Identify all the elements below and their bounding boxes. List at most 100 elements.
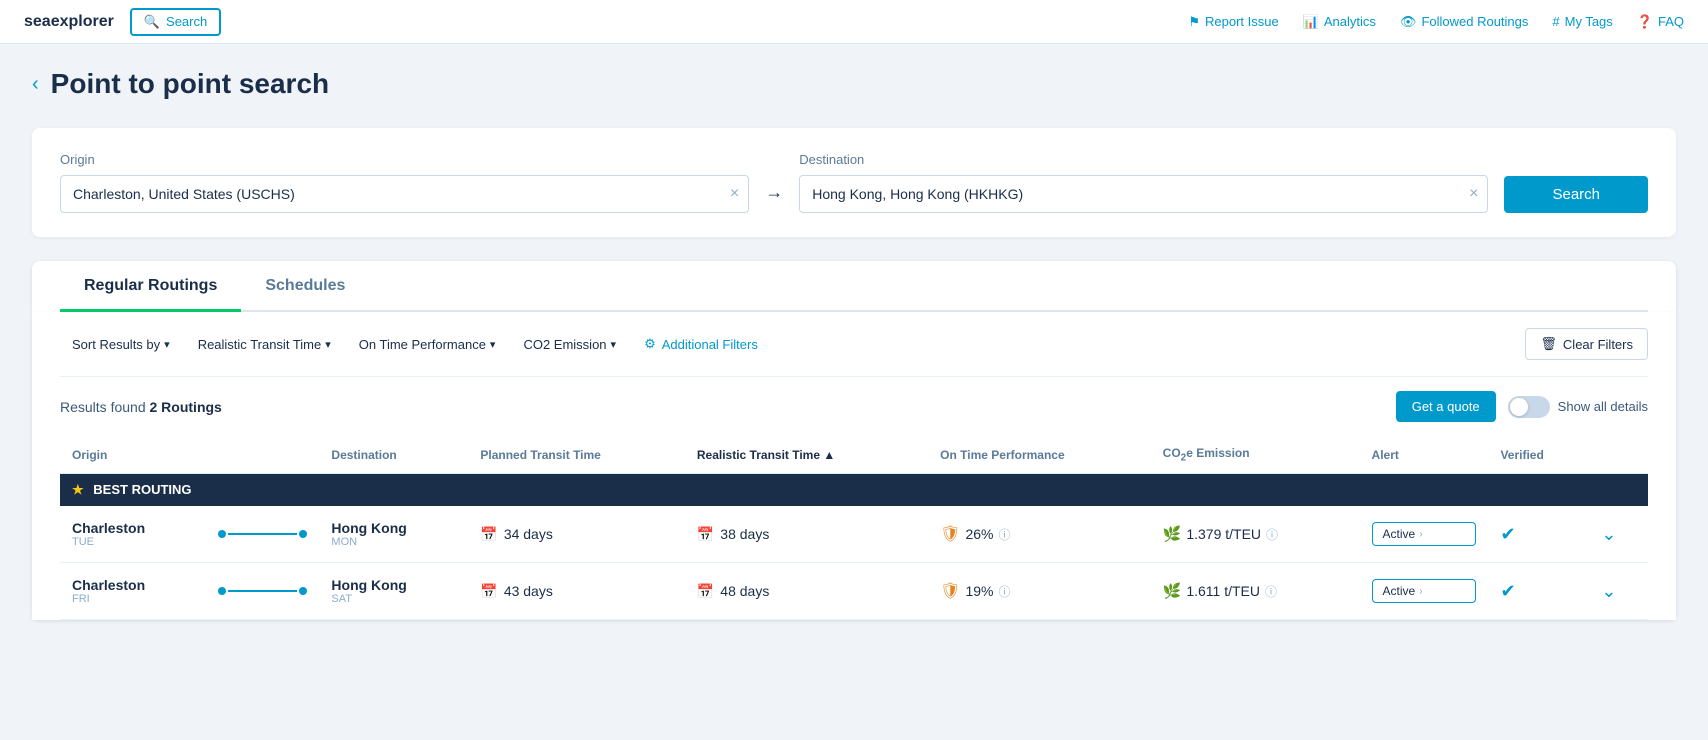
hash-icon: # [1552, 14, 1559, 29]
col-co2: CO2e Emission [1151, 436, 1360, 474]
routing-table: Origin Destination Planned Transit Time … [60, 436, 1648, 620]
direction-arrow: → [765, 182, 783, 213]
route-line [218, 587, 308, 595]
origin-port-name: Charleston [72, 577, 194, 593]
on-time-cell: 🛡 26% ⓘ [940, 524, 1139, 544]
col-expand [1589, 436, 1648, 474]
chart-icon: 📊 [1303, 14, 1319, 30]
info-icon[interactable]: ⓘ [999, 583, 1011, 600]
active-badge[interactable]: Active › [1372, 522, 1477, 546]
best-routing-banner: ★ BEST ROUTING [60, 474, 1648, 507]
tab-regular-routings[interactable]: Regular Routings [60, 261, 241, 312]
results-count-number: 2 Routings [150, 399, 222, 415]
on-time-filter-button[interactable]: On Time Performance ▾ [347, 330, 508, 359]
row1-verified: ✔ [1488, 506, 1589, 563]
row1-route-line [206, 506, 320, 563]
origin-info: Charleston TUE [72, 520, 194, 548]
sort-chevron-icon: ▾ [164, 338, 170, 351]
row1-expand: ⌄ [1589, 506, 1648, 563]
results-panel: Regular Routings Schedules Sort Results … [32, 261, 1676, 620]
best-routing-label: ★ BEST ROUTING [60, 474, 1648, 507]
route-line [218, 530, 308, 538]
dest-info: Hong Kong SAT [331, 577, 456, 605]
main-content: ‹ Point to point search Origin × → Desti… [0, 44, 1708, 644]
row2-co2: 🌿 1.611 t/TEU ⓘ [1151, 563, 1360, 620]
expand-button[interactable]: ⌄ [1601, 581, 1616, 601]
get-quote-button[interactable]: Get a quote [1396, 391, 1496, 422]
show-details-toggle[interactable] [1508, 396, 1550, 418]
co2-cell: 🌿 1.379 t/TEU ⓘ [1163, 525, 1348, 543]
row2-planned: 📅 43 days [468, 563, 684, 620]
row1-on-time: 🛡 26% ⓘ [928, 506, 1151, 563]
on-time-pct: 19% [965, 583, 993, 599]
destination-input-wrapper: × [799, 175, 1488, 213]
co2-info-icon[interactable]: ⓘ [1266, 526, 1278, 543]
realistic-days-cell: 📅 48 days [697, 583, 916, 600]
co2-chevron-icon: ▾ [611, 338, 617, 351]
filters-bar: Sort Results by ▾ Realistic Transit Time… [60, 312, 1648, 377]
destination-input[interactable] [799, 175, 1488, 213]
col-verified: Verified [1488, 436, 1589, 474]
dest-port-name: Hong Kong [331, 520, 456, 536]
calendar-icon: 📅 [697, 583, 714, 600]
tab-schedules[interactable]: Schedules [241, 261, 369, 312]
dest-port-name: Hong Kong [331, 577, 456, 593]
search-nav-button[interactable]: 🔍 Search [130, 8, 221, 36]
route-start-dot [218, 587, 226, 595]
col-route [206, 436, 320, 474]
row2-origin: Charleston FRI [60, 563, 206, 620]
calendar-icon: 📅 [480, 526, 497, 543]
leaf-icon: 🌿 [1163, 582, 1182, 600]
navbar: seaexplorer 🔍 Search ⚑ Report Issue 📊 An… [0, 0, 1708, 44]
origin-input[interactable] [60, 175, 749, 213]
transit-chevron-icon: ▾ [325, 338, 331, 351]
clear-filters-button[interactable]: 🗑 Clear Filters [1525, 328, 1648, 360]
row2-verified: ✔ [1488, 563, 1589, 620]
col-alert: Alert [1360, 436, 1489, 474]
planned-days-cell: 📅 43 days [480, 583, 672, 600]
show-details-toggle-wrapper: Show all details [1508, 396, 1648, 418]
expand-button[interactable]: ⌄ [1601, 524, 1616, 544]
origin-port-day: TUE [72, 536, 194, 548]
row1-destination: Hong Kong MON [319, 506, 468, 563]
followed-routings-link[interactable]: 👁 Followed Routings [1400, 14, 1528, 30]
verified-checkmark-icon: ✔ [1500, 524, 1515, 544]
brand-logo: seaexplorer [24, 13, 114, 31]
report-issue-link[interactable]: ⚑ Report Issue [1188, 14, 1278, 30]
page-header: ‹ Point to point search [32, 68, 1676, 100]
info-icon[interactable]: ⓘ [999, 526, 1011, 543]
analytics-link[interactable]: 📊 Analytics [1303, 14, 1376, 30]
dest-info: Hong Kong MON [331, 520, 456, 548]
active-badge[interactable]: Active › [1372, 579, 1477, 603]
table-header-row: Origin Destination Planned Transit Time … [60, 436, 1648, 474]
destination-label: Destination [799, 152, 1488, 167]
route-bar [228, 533, 298, 535]
destination-clear-icon[interactable]: × [1469, 185, 1478, 203]
sort-filter-button[interactable]: Sort Results by ▾ [60, 330, 182, 359]
my-tags-link[interactable]: # My Tags [1552, 14, 1612, 29]
sliders-icon: ⚙ [644, 336, 656, 352]
calendar-icon: 📅 [480, 583, 497, 600]
route-start-dot [218, 530, 226, 538]
origin-clear-icon[interactable]: × [730, 185, 739, 203]
search-button[interactable]: Search [1504, 176, 1648, 213]
back-button[interactable]: ‹ [32, 73, 39, 96]
faq-link[interactable]: ❓ FAQ [1637, 14, 1684, 30]
dest-port-day: SAT [331, 593, 456, 605]
row2-on-time: 🛡 19% ⓘ [928, 563, 1151, 620]
origin-field: Origin × [60, 152, 749, 213]
co2-filter-button[interactable]: CO2 Emission ▾ [511, 330, 628, 359]
route-end-dot [299, 587, 307, 595]
transit-time-filter-button[interactable]: Realistic Transit Time ▾ [186, 330, 343, 359]
co2-info-icon[interactable]: ⓘ [1265, 583, 1277, 600]
additional-filters-button[interactable]: ⚙ Additional Filters [632, 329, 770, 359]
table-head: Origin Destination Planned Transit Time … [60, 436, 1648, 474]
on-time-pct: 26% [965, 526, 993, 542]
shield-icon: 🛡 [940, 524, 960, 544]
row1-alert: Active › [1360, 506, 1489, 563]
tabs-section: Regular Routings Schedules [32, 261, 1676, 312]
row2-realistic: 📅 48 days [685, 563, 928, 620]
row1-origin: Charleston TUE [60, 506, 206, 563]
table-row: Charleston FRI [60, 563, 1648, 620]
navbar-right: ⚑ Report Issue 📊 Analytics 👁 Followed Ro… [1188, 14, 1684, 30]
